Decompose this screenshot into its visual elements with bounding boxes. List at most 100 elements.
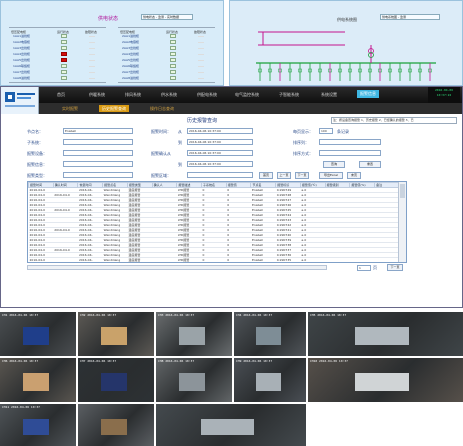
node-select[interactable]: Enabell [63, 128, 133, 134]
table-cell [375, 263, 400, 264]
export-excel-button[interactable]: 导出Excel [319, 172, 343, 179]
next-page-button[interactable]: 下一页 [295, 172, 309, 179]
sort-column-select[interactable] [319, 139, 381, 145]
run-status-indicator [61, 52, 67, 56]
time-from-input[interactable]: 2016-04-06 10:37:00 [187, 128, 253, 134]
camera-feed[interactable]: CH4 2016-04-06 10:37 [234, 312, 306, 356]
cabinet-label: 1AA3出线柜 [13, 46, 31, 50]
subsystem-label: 子系统： [27, 140, 43, 145]
fault-status-indicator [89, 54, 95, 55]
nav-item-electric-monitor[interactable]: 电气监控系统 [235, 92, 259, 98]
camera-feed[interactable]: CH1 2016-04-06 10:37 [0, 312, 76, 356]
alarm-type-label: 报警类型： [27, 173, 47, 178]
table-cell: 2016-04-0 [29, 263, 54, 264]
fault-status-indicator [198, 42, 204, 43]
camera-scene-object [100, 373, 128, 391]
panel-title: 供电状态 [98, 16, 119, 22]
tab-operation-log[interactable]: 操作日志查询 [147, 105, 177, 112]
go-button[interactable]: 下一页 [387, 264, 403, 271]
camera-scene-object [100, 327, 128, 345]
run-status-indicator [61, 76, 67, 80]
vertical-scrollbar[interactable] [398, 182, 406, 262]
column-header-fault: 故障状态 [194, 30, 207, 34]
camera-feed[interactable]: CH10 2016-04-06 10:37 [308, 358, 463, 402]
table-row[interactable]: 2016-04-02016-04-Wendiliang温度报警LTD报警00En… [29, 263, 400, 264]
fault-status-indicator [198, 36, 204, 37]
camera-feed[interactable]: CH9 2016-04-06 10:37 [234, 358, 306, 402]
pager-bar: 1 页 下一页 [27, 264, 407, 272]
table-cell: 0 [226, 263, 251, 264]
alarm-area-select[interactable] [187, 172, 253, 178]
nav-item-exhaust[interactable]: 排风系统 [125, 92, 141, 98]
last-page-button[interactable]: 末页 [347, 172, 361, 179]
reset-button[interactable]: 重置 [359, 161, 381, 168]
nav-item-power[interactable]: 供配电系统 [197, 92, 217, 98]
sort-order-select[interactable] [319, 150, 381, 156]
first-page-button[interactable]: 首页 [259, 172, 273, 179]
run-status-indicator [170, 58, 176, 62]
camera-feed[interactable]: CH6 2016-04-06 10:37 [0, 358, 76, 402]
table-cell [350, 263, 375, 264]
fault-status-indicator [89, 60, 95, 61]
nav-item-water[interactable]: 供水系统 [161, 92, 177, 98]
nav-item-settings[interactable]: 系统设置 [321, 92, 337, 98]
cabinet-label: 2AA7出线柜 [122, 70, 140, 74]
camera-feed[interactable]: CH5 2016-04-06 10:37 [308, 312, 463, 356]
column-header-fault: 故障状态 [85, 30, 98, 34]
fault-status-indicator [198, 48, 204, 49]
feeder-group [258, 63, 432, 81]
camera-feed[interactable]: CH2 2016-04-06 10:37 [78, 312, 154, 356]
nav-item-heating[interactable]: 供暖系统 [89, 92, 105, 98]
tab-history-alarm[interactable]: 历史报警查询 [99, 105, 129, 112]
camera-osd-label: CH7 2016-04-06 10:37 [80, 359, 117, 363]
nav-item-alarm[interactable]: 报警信息 [357, 90, 379, 98]
camera-scene-object [100, 418, 128, 436]
fault-status-indicator [89, 78, 95, 79]
cabinet-label: 1AA8进线柜 [13, 76, 31, 80]
camera-feed[interactable]: CH7 2016-04-06 10:37 [78, 358, 154, 402]
confirm-from-input[interactable]: 2016-04-06 10:37:00 [187, 150, 253, 156]
fault-status-indicator [89, 36, 95, 37]
fault-status-indicator [198, 72, 204, 73]
prev-page-button[interactable]: 上一页 [277, 172, 291, 179]
camera-osd-label: CH11 2016-04-06 10:37 [2, 405, 40, 409]
camera-feed[interactable]: CH8 2016-04-06 10:37 [156, 358, 232, 402]
sub-navigation-bar: 实时报警 历史报警查询 操作日志查询 [39, 103, 462, 114]
camera-feed[interactable]: CH3 2016-04-06 10:37 [156, 312, 232, 356]
device-input[interactable] [63, 150, 133, 156]
scroll-thumb[interactable] [400, 184, 405, 198]
cabinet-label: 2AA8进线柜 [122, 76, 140, 80]
fault-status-indicator [89, 48, 95, 49]
confirm-to-input[interactable]: 2016-04-06 10:37:00 [187, 161, 253, 167]
nav-item-home[interactable]: 首页 [57, 92, 65, 98]
page-number-input[interactable]: 1 [357, 265, 371, 271]
query-button[interactable]: 查询 [323, 161, 345, 168]
sort-order-label: 排序方式： [293, 151, 313, 156]
camera-scene-object [354, 327, 409, 345]
time-to-input[interactable]: 2016-04-06 10:37:00 [187, 139, 253, 145]
alarm-info-input[interactable] [63, 161, 133, 167]
single-line-diagram [256, 31, 436, 81]
subsystem-select[interactable] [63, 139, 133, 145]
run-status-indicator [170, 52, 176, 56]
clock-time: 10:37:22 [436, 93, 452, 97]
cabinet-label: 2AA4出线柜 [122, 52, 140, 56]
per-page-input[interactable]: 100 [319, 128, 333, 134]
table-cell [325, 263, 350, 264]
scada-main-window: 首页 供暖系统 排风系统 供水系统 供配电系统 电气监控系统 子智能系统 系统设… [0, 86, 463, 308]
alarm-time-label: 报警时间： [151, 129, 171, 134]
nav-item-sub-intelligence[interactable]: 子智能系统 [279, 92, 299, 98]
alarm-type-select[interactable] [63, 172, 133, 178]
run-status-indicator [170, 40, 176, 44]
camera-feed[interactable] [78, 404, 154, 446]
fault-status-indicator [89, 72, 95, 73]
confirm-from-label: 报警确认从 [151, 151, 171, 156]
per-page-unit: 条记录 [337, 129, 349, 134]
horizontal-scrollbar[interactable] [27, 265, 327, 270]
run-status-indicator [170, 64, 176, 68]
tab-realtime-alarm[interactable]: 实时报警 [59, 105, 81, 112]
camera-feed[interactable] [156, 404, 306, 446]
table-cell: 0-990734 [276, 263, 301, 264]
cabinet-label: 1AA1进线柜 [13, 34, 31, 38]
camera-feed[interactable]: CH11 2016-04-06 10:37 [0, 404, 76, 446]
